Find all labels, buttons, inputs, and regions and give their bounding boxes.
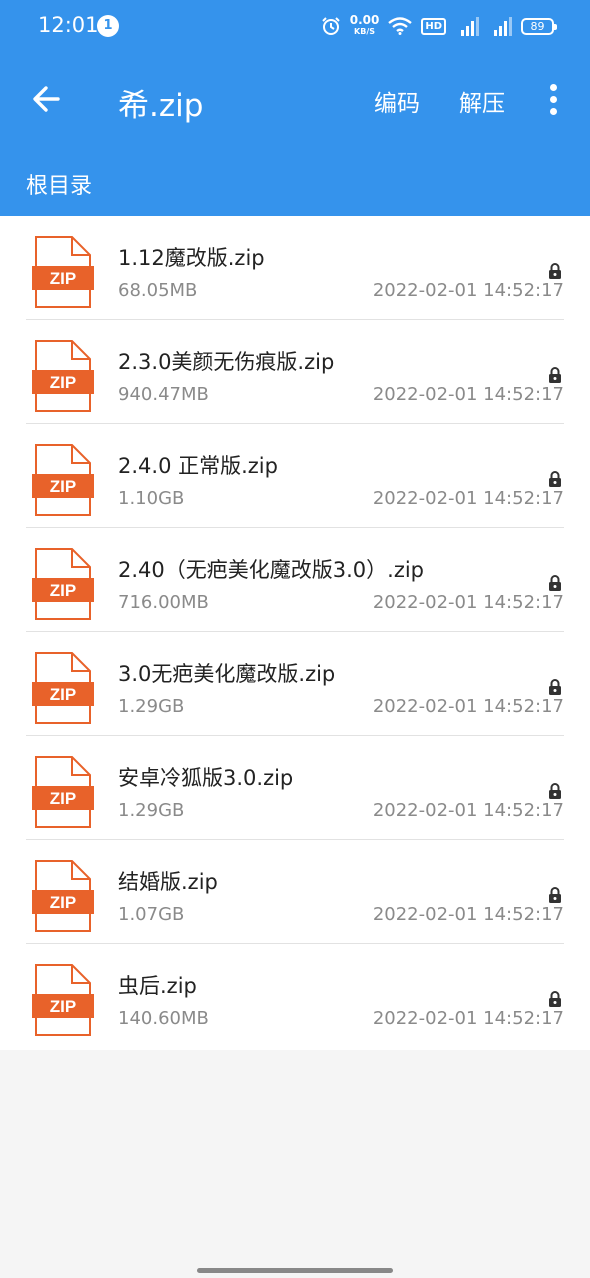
- file-size: 1.29GB: [118, 696, 185, 717]
- zip-file-icon: ZIP: [32, 548, 94, 620]
- status-time: 12:01: [38, 13, 99, 37]
- zip-file-icon: ZIP: [32, 756, 94, 828]
- file-row[interactable]: ZIP 2.40（无疤美化魔改版3.0）.zip 716.00MB 2022-0…: [0, 528, 590, 632]
- lock-icon: [549, 783, 561, 799]
- file-row[interactable]: ZIP 安卓冷狐版3.0.zip 1.29GB 2022-02-01 14:52…: [0, 736, 590, 840]
- lock-icon: [549, 887, 561, 903]
- hd-voice-icon: HD: [421, 17, 446, 35]
- svg-text:ZIP: ZIP: [50, 581, 76, 600]
- file-size: 716.00MB: [118, 592, 209, 613]
- net-speed: 0.00 KB/S: [349, 13, 380, 37]
- zip-file-icon: ZIP: [32, 652, 94, 724]
- lock-icon: [549, 679, 561, 695]
- lock-icon: [549, 471, 561, 487]
- svg-text:ZIP: ZIP: [50, 685, 76, 704]
- zip-file-icon: ZIP: [32, 964, 94, 1036]
- lock-icon: [549, 991, 561, 1007]
- file-name: 2.4.0 正常版.zip: [118, 454, 278, 478]
- more-dot: [550, 84, 557, 91]
- svg-text:ZIP: ZIP: [50, 373, 76, 392]
- zip-file-icon: ZIP: [32, 236, 94, 308]
- file-size: 940.47MB: [118, 384, 209, 405]
- file-size: 1.29GB: [118, 800, 185, 821]
- archive-title: 希.zip: [118, 88, 204, 124]
- file-row[interactable]: ZIP 虫后.zip 140.60MB 2022-02-01 14:52:17: [0, 944, 590, 1048]
- app-bar: 12:01 1 0.00 KB/S HD 89 希.zip 编码 解压 根目录: [0, 0, 590, 216]
- svg-text:ZIP: ZIP: [50, 997, 76, 1016]
- file-date: 2022-02-01 14:52:17: [372, 488, 564, 509]
- file-date: 2022-02-01 14:52:17: [372, 904, 564, 925]
- file-date: 2022-02-01 14:52:17: [372, 1008, 564, 1029]
- arrow-left-icon: [33, 86, 60, 112]
- home-indicator[interactable]: [197, 1268, 393, 1273]
- file-size: 1.10GB: [118, 488, 185, 509]
- file-date: 2022-02-01 14:52:17: [372, 592, 564, 613]
- file-name: 2.40（无疤美化魔改版3.0）.zip: [118, 558, 425, 582]
- file-row[interactable]: ZIP 1.12魔改版.zip 68.05MB 2022-02-01 14:52…: [0, 216, 590, 320]
- file-name: 安卓冷狐版3.0.zip: [118, 766, 294, 790]
- back-button[interactable]: [28, 80, 66, 118]
- zip-file-icon: ZIP: [32, 340, 94, 412]
- file-name: 虫后.zip: [118, 974, 197, 998]
- lock-icon: [549, 263, 561, 279]
- file-date: 2022-02-01 14:52:17: [372, 696, 564, 717]
- notification-badge: 1: [97, 15, 119, 37]
- net-speed-value: 0.00: [349, 13, 380, 27]
- file-size: 140.60MB: [118, 1008, 209, 1029]
- breadcrumb-root[interactable]: 根目录: [26, 168, 92, 200]
- lock-icon: [549, 367, 561, 383]
- status-bar: 12:01 1 0.00 KB/S HD 89: [0, 0, 590, 52]
- file-date: 2022-02-01 14:52:17: [372, 384, 564, 405]
- file-date: 2022-02-01 14:52:17: [372, 800, 564, 821]
- svg-text:ZIP: ZIP: [50, 789, 76, 808]
- signal-icon-1: [461, 17, 479, 36]
- file-name: 3.0无疤美化魔改版.zip: [118, 662, 336, 686]
- more-menu-button[interactable]: [540, 80, 568, 120]
- file-size: 1.07GB: [118, 904, 185, 925]
- svg-text:ZIP: ZIP: [50, 269, 76, 288]
- zip-file-icon: ZIP: [32, 444, 94, 516]
- file-name: 2.3.0美颜无伤痕版.zip: [118, 350, 335, 374]
- file-date: 2022-02-01 14:52:17: [372, 280, 564, 301]
- signal-icon-2: [494, 17, 512, 36]
- svg-text:ZIP: ZIP: [50, 893, 76, 912]
- alarm-icon: [322, 17, 340, 35]
- file-row[interactable]: ZIP 3.0无疤美化魔改版.zip 1.29GB 2022-02-01 14:…: [0, 632, 590, 736]
- lock-icon: [549, 575, 561, 591]
- more-dot: [550, 108, 557, 115]
- battery-indicator: 89: [521, 17, 557, 35]
- file-row[interactable]: ZIP 2.3.0美颜无伤痕版.zip 940.47MB 2022-02-01 …: [0, 320, 590, 424]
- file-row[interactable]: ZIP 2.4.0 正常版.zip 1.10GB 2022-02-01 14:5…: [0, 424, 590, 528]
- file-name: 1.12魔改版.zip: [118, 246, 265, 270]
- wifi-icon: [388, 17, 413, 35]
- svg-text:ZIP: ZIP: [50, 477, 76, 496]
- zip-file-icon: ZIP: [32, 860, 94, 932]
- encode-button[interactable]: 编码: [374, 84, 420, 118]
- extract-button[interactable]: 解压: [459, 84, 505, 118]
- file-name: 结婚版.zip: [118, 870, 218, 894]
- net-speed-unit: KB/S: [354, 27, 376, 36]
- file-list: ZIP 1.12魔改版.zip 68.05MB 2022-02-01 14:52…: [0, 216, 590, 1050]
- more-dot: [550, 96, 557, 103]
- file-row[interactable]: ZIP 结婚版.zip 1.07GB 2022-02-01 14:52:17: [0, 840, 590, 944]
- status-icons: 0.00 KB/S HD 89: [321, 12, 557, 40]
- file-size: 68.05MB: [118, 280, 198, 301]
